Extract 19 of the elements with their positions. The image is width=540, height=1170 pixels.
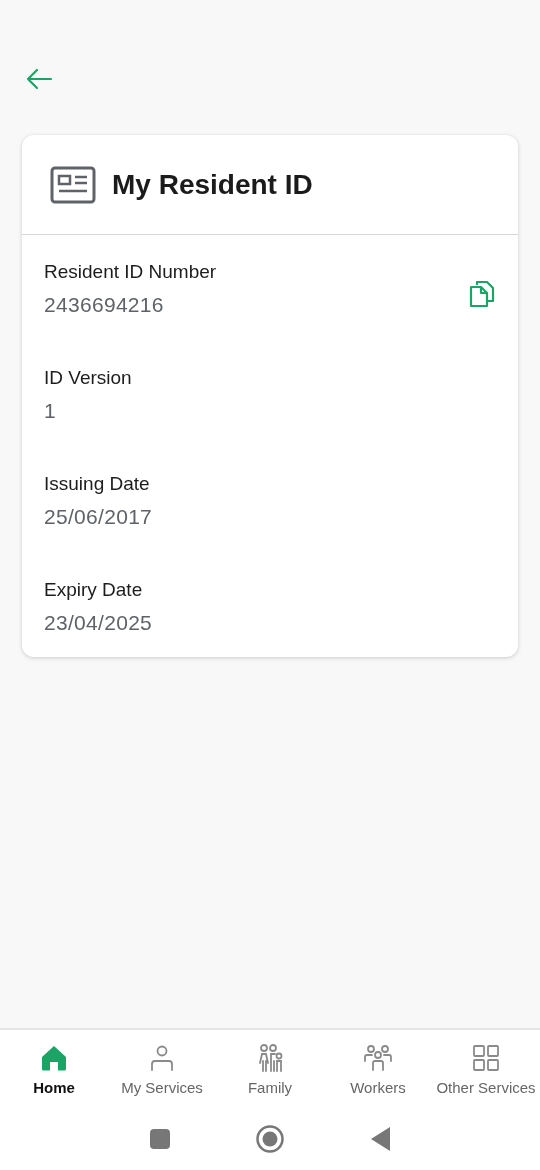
field-label: Issuing Date xyxy=(44,473,151,495)
field-value: 23/04/2025 xyxy=(44,611,153,635)
grid-icon xyxy=(471,1042,501,1073)
group-icon xyxy=(363,1042,393,1073)
nav-tab[interactable]: Family xyxy=(216,1042,324,1096)
nav-tab[interactable]: Home xyxy=(0,1042,108,1096)
nav-tab[interactable]: Workers xyxy=(324,1042,432,1096)
field-label: ID Version xyxy=(44,367,132,389)
id-card-icon xyxy=(50,165,96,204)
home-button[interactable] xyxy=(255,1124,285,1154)
field-label: Expiry Date xyxy=(44,579,144,601)
field-value: 2436694216 xyxy=(44,293,165,317)
field-value: 1 xyxy=(44,399,57,423)
nav-tab[interactable]: My Services xyxy=(108,1042,216,1096)
field-value: 25/06/2017 xyxy=(44,505,153,529)
field-label: Resident ID Number xyxy=(44,261,217,283)
copy-button[interactable] xyxy=(468,279,496,309)
card-title: My Resident ID xyxy=(112,168,313,201)
nav-tab[interactable]: Other Services xyxy=(432,1042,540,1096)
